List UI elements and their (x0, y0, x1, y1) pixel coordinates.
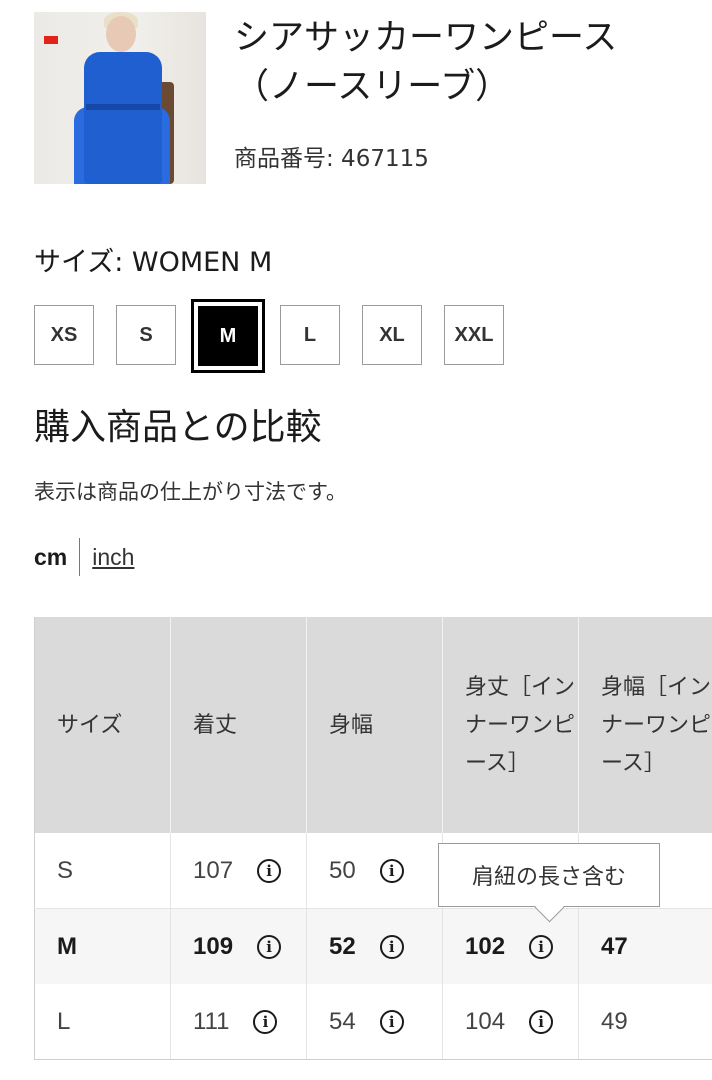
cell-size: S (34, 833, 171, 909)
product-title: シアサッカーワンピース （ノースリーブ） (234, 18, 618, 107)
unit-divider (79, 538, 81, 576)
info-icon[interactable]: i (257, 858, 282, 883)
unit-inch-link[interactable]: inch (92, 544, 134, 571)
size-option-xxl[interactable]: XXL (444, 305, 504, 365)
cell-value: 102 (465, 932, 506, 960)
size-label: サイズ: WOMEN M (34, 247, 273, 278)
table-row: L 111 i 54 i 104 i 49 (34, 984, 712, 1060)
brand-logo-icon (44, 36, 58, 44)
info-icon[interactable]: i (379, 858, 404, 883)
info-icon[interactable]: i (529, 1009, 554, 1034)
cell-value: 107 (193, 856, 234, 884)
header-size: サイズ (34, 617, 171, 833)
size-option-l[interactable]: L (280, 305, 340, 365)
size-option-xs[interactable]: XS (34, 305, 94, 365)
cell-size: M (34, 908, 171, 984)
product-thumbnail[interactable] (34, 12, 206, 184)
info-icon[interactable]: i (379, 1009, 404, 1034)
dress-belt (86, 104, 160, 110)
header-inner-width: 身幅［インナーワンピース］ (578, 617, 712, 833)
info-icon[interactable]: i (529, 934, 554, 959)
cell-value: 104 (465, 1007, 506, 1035)
unit-toggle: cm inch (34, 538, 134, 576)
header-inner-length: 身丈［インナーワンピース］ (442, 617, 579, 833)
cell-value: 52 (329, 932, 356, 960)
measurement-note: 表示は商品の仕上がり寸法です。 (34, 480, 347, 504)
cell-value: 54 (329, 1007, 356, 1035)
model-head (106, 16, 136, 52)
info-icon[interactable]: i (379, 934, 404, 959)
dress-bodice (84, 52, 162, 184)
tooltip: 肩紐の長さ含む (438, 843, 660, 923)
size-option-xl[interactable]: XL (362, 305, 422, 365)
comparison-heading: 購入商品との比較 (34, 407, 322, 448)
size-option-m[interactable]: M (191, 299, 265, 373)
cell-value: 47 (578, 908, 712, 984)
cell-value: 109 (193, 932, 234, 960)
info-icon[interactable]: i (253, 1009, 278, 1034)
product-number: 商品番号: 467115 (234, 146, 429, 172)
info-icon[interactable]: i (257, 934, 282, 959)
cell-value: 50 (329, 856, 356, 884)
cell-size: L (34, 984, 171, 1060)
unit-cm[interactable]: cm (34, 544, 67, 571)
cell-value: 111 (193, 1007, 230, 1035)
table-row: M 109 i 52 i 102 i 47 (34, 908, 712, 984)
header-width: 身幅 (306, 617, 443, 833)
tooltip-text: 肩紐の長さ含む (471, 865, 626, 890)
size-option-s[interactable]: S (116, 305, 176, 365)
size-chart: サイズ 着丈 身幅 身丈［インナーワンピース］ 身幅［インナーワンピース］ S … (34, 617, 712, 1060)
cell-value: 49 (578, 984, 712, 1060)
header-length: 着丈 (170, 617, 307, 833)
